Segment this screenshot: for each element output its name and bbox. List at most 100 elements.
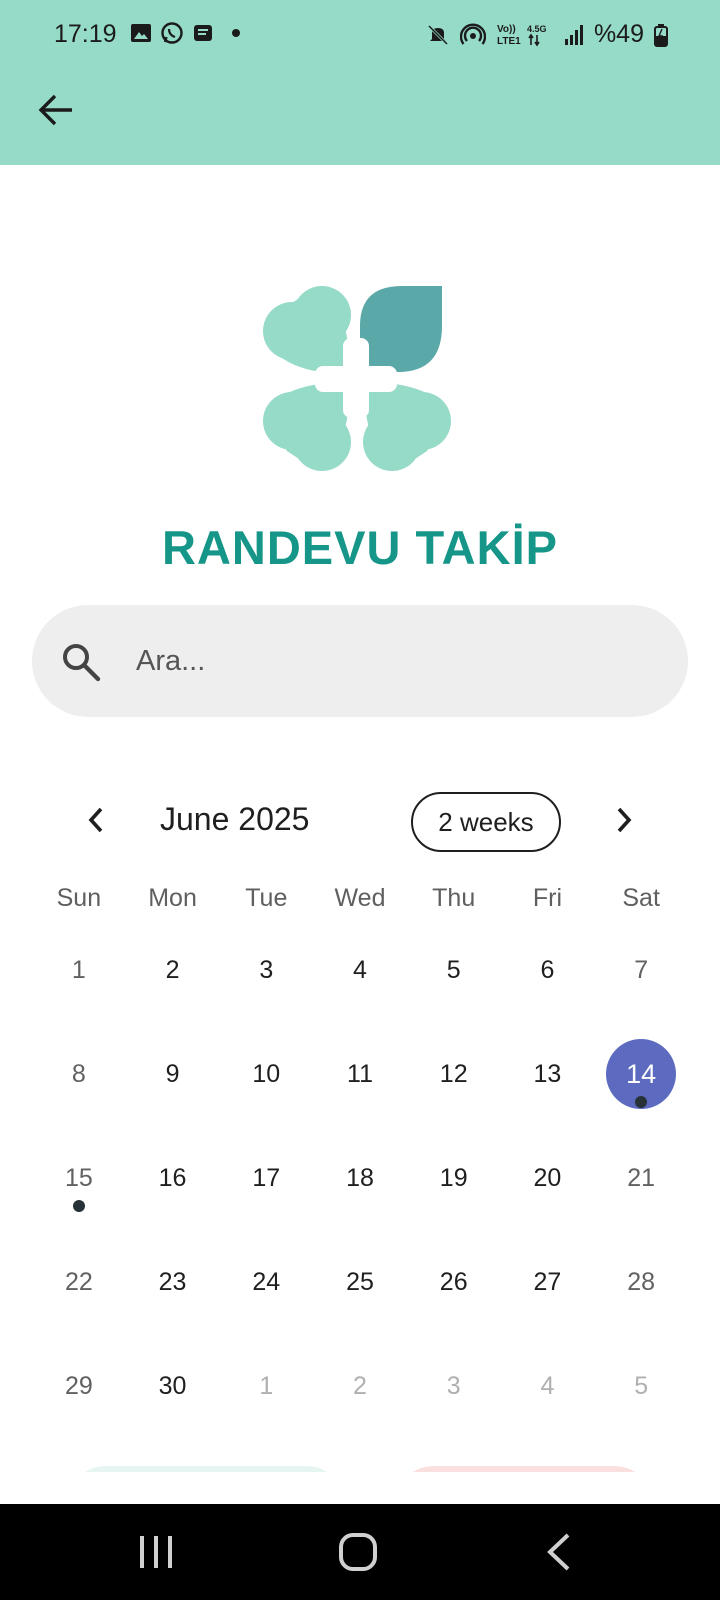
- calendar-day-outside[interactable]: 4: [501, 1334, 595, 1438]
- volte-icon: Vo))LTE1 4.5G: [497, 24, 547, 47]
- day-number: 20: [533, 1163, 562, 1192]
- app-logo: [263, 286, 451, 471]
- logo-leaf-bottom-left: [263, 382, 351, 471]
- calendar-day[interactable]: 8: [32, 1022, 126, 1126]
- day-number: 28: [627, 1267, 656, 1296]
- calendar-day[interactable]: 20: [501, 1126, 595, 1230]
- message-icon: [194, 25, 212, 41]
- day-number: 10: [252, 1059, 281, 1088]
- calendar-day[interactable]: 19: [407, 1126, 501, 1230]
- hotspot-icon: [459, 23, 486, 45]
- battery-icon: [654, 23, 668, 47]
- back-nav-icon[interactable]: [544, 1532, 574, 1572]
- day-number: 6: [540, 955, 555, 984]
- calendar-header: June 2025 2 weeks: [0, 786, 720, 858]
- arrow-back-icon: [38, 94, 72, 126]
- day-number: 17: [252, 1163, 281, 1192]
- day-number: 24: [252, 1267, 281, 1296]
- calendar-day[interactable]: 16: [126, 1126, 220, 1230]
- calendar-day-outside[interactable]: 3: [407, 1334, 501, 1438]
- search-bar[interactable]: [32, 605, 688, 717]
- day-number: 21: [627, 1163, 656, 1192]
- svg-text:4.5G: 4.5G: [527, 24, 547, 34]
- calendar-day[interactable]: 30: [126, 1334, 220, 1438]
- status-time: 17:19: [54, 20, 117, 48]
- event-marker: [635, 1096, 648, 1108]
- day-number: 5: [634, 1371, 649, 1400]
- logo-leaf-bottom-right: [363, 382, 451, 471]
- gallery-icon: [131, 24, 151, 42]
- month-label: June 2025: [160, 801, 310, 837]
- mute-icon: [427, 24, 449, 45]
- dot-icon: [232, 29, 240, 37]
- svg-text:Vo)): Vo)): [497, 24, 516, 35]
- day-number: 3: [446, 1371, 461, 1400]
- day-number: 2: [353, 1371, 367, 1400]
- event-marker: [72, 1200, 85, 1212]
- battery-percent: %49: [593, 20, 644, 48]
- calendar-day-outside[interactable]: 1: [219, 1334, 313, 1438]
- calendar-day[interactable]: 27: [501, 1230, 595, 1334]
- next-month-button[interactable]: [604, 800, 644, 840]
- calendar-day[interactable]: 13: [501, 1022, 595, 1126]
- day-number: 1: [259, 1371, 274, 1400]
- calendar-day[interactable]: 10: [219, 1022, 313, 1126]
- day-number: 30: [158, 1371, 187, 1400]
- previous-month-button[interactable]: [76, 800, 116, 840]
- app-title: RANDEVU TAKİP: [162, 521, 558, 574]
- system-icons: Vo)) LTE1 4.5G %49: [426, 20, 668, 49]
- calendar-day[interactable]: 17: [219, 1126, 313, 1230]
- calendar-day[interactable]: 29: [32, 1334, 126, 1438]
- calendar-day[interactable]: 7: [594, 918, 688, 1022]
- calendar-day[interactable]: 24: [219, 1230, 313, 1334]
- calendar-day[interactable]: 23: [126, 1230, 220, 1334]
- chevron-right-icon: [617, 807, 632, 833]
- calendar-day[interactable]: 18: [313, 1126, 407, 1230]
- whatsapp-icon: [161, 22, 183, 44]
- signal-icon: [564, 24, 583, 45]
- logo-leaf-top-right: [360, 286, 442, 372]
- day-number: 1: [71, 955, 86, 984]
- calendar-day[interactable]: 26: [407, 1230, 501, 1334]
- calendar-day[interactable]: 5: [407, 918, 501, 1022]
- calendar-day[interactable]: 21: [594, 1126, 688, 1230]
- svg-text:LTE1: LTE1: [497, 36, 521, 47]
- calendar-format-button[interactable]: 2 weeks: [411, 792, 561, 852]
- day-number: 7: [634, 955, 649, 984]
- day-number: 9: [165, 1059, 180, 1088]
- back-button[interactable]: [34, 88, 78, 132]
- status-bar: 17:19 Vo)) LTE1 4.5G %49: [0, 0, 720, 68]
- day-number: 25: [346, 1267, 374, 1296]
- day-number: 23: [158, 1267, 187, 1296]
- day-number: 18: [346, 1163, 374, 1192]
- calendar-day-selected[interactable]: 14: [594, 1022, 688, 1126]
- home-icon[interactable]: [338, 1532, 378, 1572]
- calendar-day[interactable]: 22: [32, 1230, 126, 1334]
- calendar-day[interactable]: 25: [313, 1230, 407, 1334]
- calendar-day[interactable]: 11: [313, 1022, 407, 1126]
- calendar-day[interactable]: 12: [407, 1022, 501, 1126]
- day-number: 16: [158, 1163, 187, 1192]
- day-number: 15: [64, 1163, 93, 1192]
- day-number: 5: [446, 955, 461, 984]
- day-number: 19: [439, 1163, 468, 1192]
- system-navigation-bar: [0, 1504, 720, 1600]
- calendar-day[interactable]: 28: [594, 1230, 688, 1334]
- calendar-day-outside[interactable]: 2: [313, 1334, 407, 1438]
- search-input[interactable]: [136, 635, 656, 687]
- day-number: 12: [439, 1059, 468, 1088]
- search-icon: [63, 644, 101, 682]
- day-number: 22: [64, 1267, 93, 1296]
- day-number: 14: [626, 1058, 657, 1089]
- calendar-day[interactable]: 4: [313, 918, 407, 1022]
- calendar-day[interactable]: 9: [126, 1022, 220, 1126]
- calendar-day[interactable]: 3: [219, 918, 313, 1022]
- calendar-day[interactable]: 1: [32, 918, 126, 1022]
- calendar-day[interactable]: 15: [32, 1126, 126, 1230]
- recents-icon[interactable]: [136, 1534, 176, 1570]
- day-number: 27: [533, 1267, 562, 1296]
- calendar-day[interactable]: 6: [501, 918, 595, 1022]
- calendar-day-outside[interactable]: 5: [594, 1334, 688, 1438]
- calendar-day[interactable]: 2: [126, 918, 220, 1022]
- day-number: 13: [533, 1059, 562, 1088]
